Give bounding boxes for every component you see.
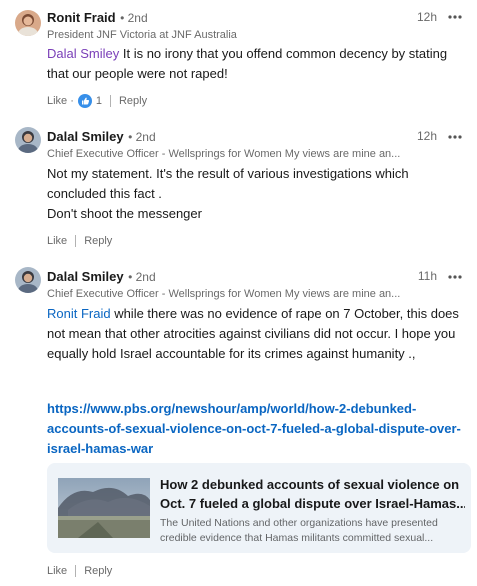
- link-preview-title-line: Oct. 7 fueled a global dispute over Isra…: [160, 496, 465, 511]
- more-horizontal-icon[interactable]: [447, 272, 463, 282]
- like-button[interactable]: Like: [47, 565, 67, 577]
- author-name[interactable]: Dalal Smiley: [47, 269, 124, 284]
- article-link[interactable]: https://www.pbs.org/newshour/amp/world/h…: [47, 399, 462, 459]
- comment-time: 12h: [416, 129, 437, 143]
- thumbs-up-reaction-icon[interactable]: [77, 94, 92, 108]
- comment-text-line: not mean that other atrocities against c…: [47, 326, 456, 341]
- link-preview-description: The United Nations and other organizatio…: [160, 516, 465, 546]
- link-preview-thumbnail: [58, 478, 150, 538]
- comment-text-line: Don't shoot the messenger: [47, 206, 202, 221]
- link-preview-title-line: How 2 debunked accounts of sexual violen…: [160, 477, 460, 492]
- like-button[interactable]: Like: [47, 95, 67, 107]
- mention-link[interactable]: Dalal Smiley: [47, 46, 119, 61]
- reply-button[interactable]: Reply: [119, 95, 147, 107]
- author-headline: Chief Executive Officer - Wellsprings fo…: [47, 288, 401, 300]
- comment: Ronit Fraid • 2nd President JNF Victoria…: [0, 0, 477, 115]
- like-count[interactable]: 1: [96, 95, 102, 107]
- author-name[interactable]: Ronit Fraid: [47, 10, 116, 25]
- more-horizontal-icon[interactable]: [447, 132, 463, 142]
- link-preview-desc-line: The United Nations and other organizatio…: [160, 517, 438, 529]
- comment: Dalal Smiley • 2nd Chief Executive Offic…: [0, 118, 477, 258]
- comment-text-line: concluded this fact .: [47, 186, 162, 201]
- author-name[interactable]: Dalal Smiley: [47, 129, 124, 144]
- comment-text: Ronit Fraid while there was no evidence …: [47, 304, 462, 364]
- article-link-line[interactable]: https://www.pbs.org/newshour/amp/world/h…: [47, 399, 462, 419]
- comment-text: Dalal Smiley It is no irony that you off…: [47, 44, 462, 84]
- connection-degree: • 2nd: [120, 11, 148, 25]
- divider: [109, 95, 111, 107]
- reply-button[interactable]: Reply: [84, 565, 112, 577]
- mention-link[interactable]: Ronit Fraid: [47, 306, 111, 321]
- comment: Dalal Smiley • 2nd Chief Executive Offic…: [0, 258, 477, 586]
- link-preview-card[interactable]: How 2 debunked accounts of sexual violen…: [47, 463, 471, 553]
- comment-text-line: while there was no evidence of rape on 7…: [110, 306, 459, 321]
- comment-text-line: It is no irony that you offend common de…: [119, 46, 448, 61]
- link-preview-title[interactable]: How 2 debunked accounts of sexual violen…: [160, 475, 465, 513]
- comment-time: 12h: [416, 10, 437, 24]
- comment-time: 11h: [417, 269, 437, 283]
- comment-text-line: Not my statement. It's the result of var…: [47, 166, 409, 181]
- connection-degree: • 2nd: [128, 270, 156, 284]
- comment-text-line: equally hold Israel accountable for its …: [47, 346, 416, 361]
- divider: [75, 235, 77, 247]
- divider: [75, 565, 77, 577]
- connection-degree: • 2nd: [128, 130, 156, 144]
- like-button[interactable]: Like: [47, 235, 67, 247]
- more-horizontal-icon[interactable]: [447, 12, 463, 22]
- article-link-line[interactable]: accounts-of-sexual-violence-on-oct-7-fue…: [47, 419, 462, 439]
- avatar[interactable]: [15, 10, 41, 36]
- reply-button[interactable]: Reply: [84, 235, 112, 247]
- comment-text-line: that our people were not raped!: [47, 66, 228, 81]
- author-headline: Chief Executive Officer - Wellsprings fo…: [47, 148, 401, 160]
- author-headline: President JNF Victoria at JNF Australia: [47, 29, 237, 41]
- avatar[interactable]: [15, 267, 41, 293]
- link-preview-desc-line: credible evidence that Hamas militants c…: [160, 532, 434, 544]
- avatar[interactable]: [15, 127, 41, 153]
- comment-text: Not my statement. It's the result of var…: [47, 164, 462, 224]
- dot-separator: ·: [70, 95, 74, 107]
- article-link-line[interactable]: israel-hamas-war: [47, 439, 462, 459]
